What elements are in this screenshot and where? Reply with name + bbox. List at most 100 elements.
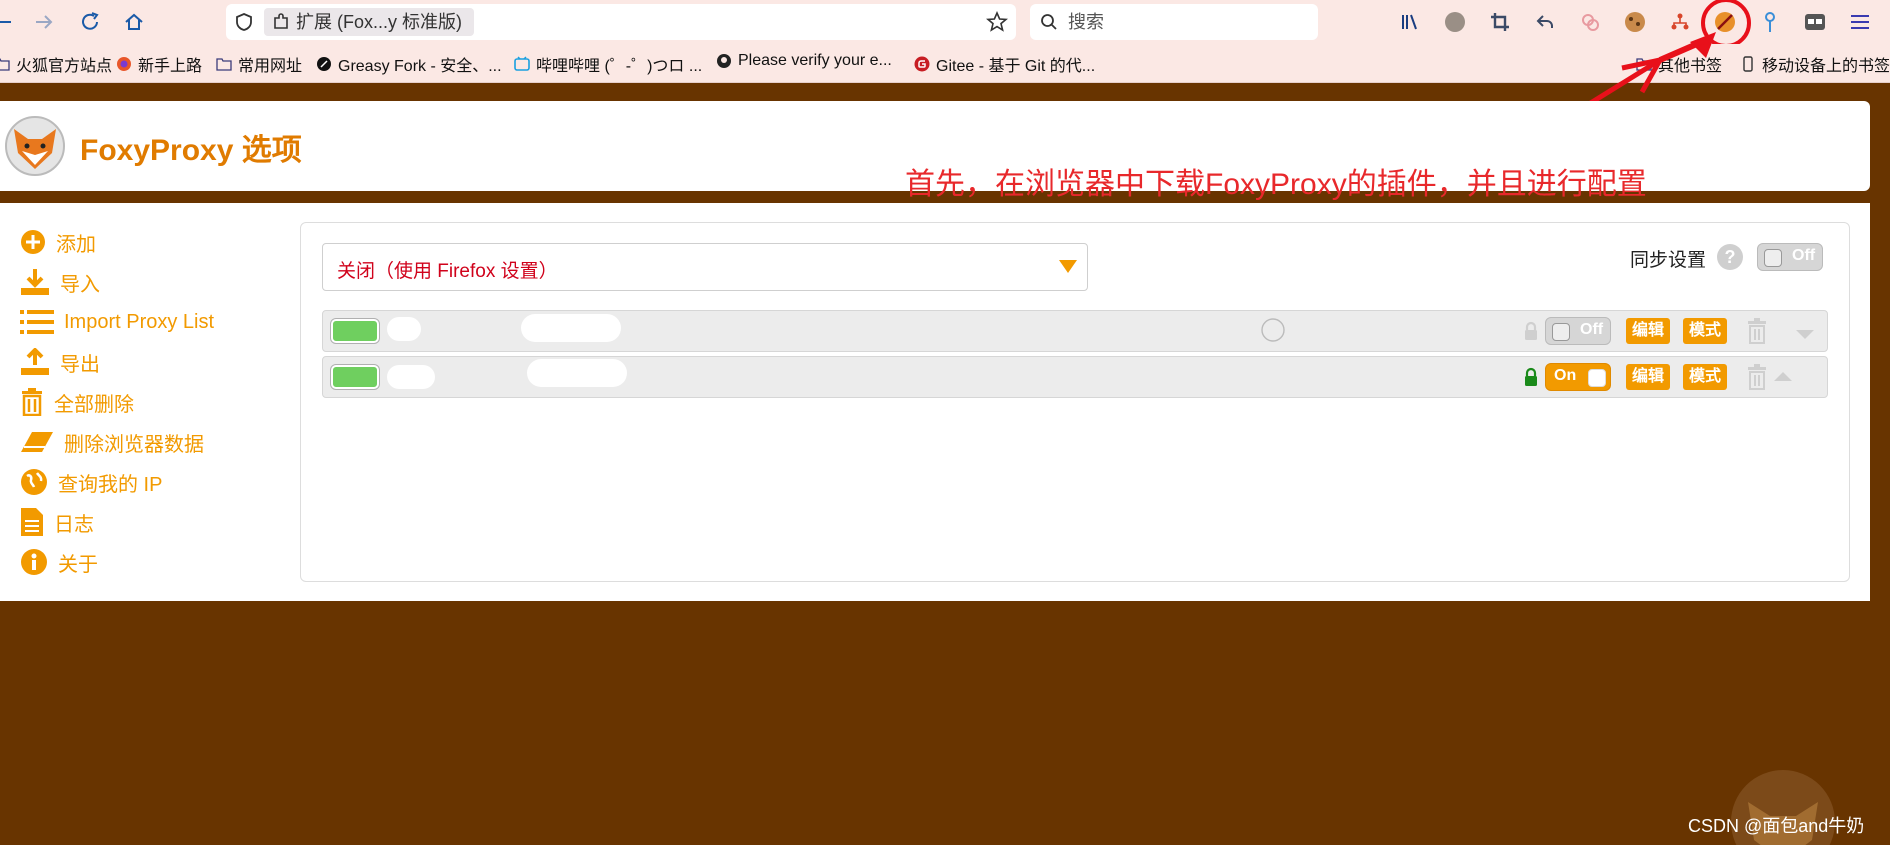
edit-button[interactable]: 编辑: [1626, 364, 1671, 390]
sidebar-item-label: 日志: [54, 513, 94, 536]
sidebar-item-label: 导出: [60, 353, 100, 376]
document-icon: [21, 508, 43, 536]
sidebar-item-log[interactable]: 日志: [20, 507, 94, 537]
bookmark-greasy-fork[interactable]: Greasy Fork - 安全、...: [316, 52, 502, 76]
mode-select[interactable]: 关闭（使用 Firefox 设置）: [322, 243, 1088, 291]
back-arrow-icon: [0, 21, 11, 23]
home-button[interactable]: [120, 8, 148, 36]
search-icon: [1041, 14, 1057, 30]
bookmark-common-sites[interactable]: 常用网址: [216, 52, 302, 76]
folder-icon: [0, 58, 10, 71]
search-bar[interactable]: 搜索: [1030, 4, 1318, 40]
delete-proxy-icon[interactable]: [1747, 318, 1767, 344]
bookmark-label: Please verify your e...: [738, 52, 892, 69]
firefox-icon: [117, 57, 131, 71]
sidebar-item-label: 添加: [56, 233, 96, 256]
sidebar-item-label: 关于: [58, 553, 98, 576]
crop-icon[interactable]: [1488, 10, 1512, 34]
fox-logo-icon: [5, 116, 65, 176]
sync-label: 同步设置: [1630, 250, 1707, 271]
sidebar-item-delete-all[interactable]: 全部删除: [20, 387, 134, 417]
move-down-icon[interactable]: [1795, 329, 1815, 341]
sidebar-item-export[interactable]: 导出: [20, 347, 100, 377]
bookmark-getting-started[interactable]: 新手上路: [116, 52, 202, 76]
bookmark-label: 常用网址: [238, 58, 303, 75]
bilibili-icon: [514, 56, 530, 71]
reload-button[interactable]: [76, 8, 104, 36]
avatar-icon[interactable]: [1443, 10, 1467, 34]
sidebar-item-about[interactable]: 关于: [20, 547, 98, 577]
sidebar-item-import-proxy-list[interactable]: Import Proxy List: [20, 307, 214, 337]
url-tab[interactable]: 扩展 (Fox...y 标准版): [264, 8, 474, 36]
move-up-icon[interactable]: [1773, 370, 1793, 382]
toggle-label: Off: [1580, 321, 1604, 338]
sidebar-item-import[interactable]: 导入: [20, 267, 100, 297]
search-placeholder: 搜索: [1068, 12, 1104, 32]
sidebar-item-check-ip[interactable]: 查询我的 IP: [20, 467, 162, 497]
forward-arrow-icon: [36, 15, 53, 29]
redacted-area: [387, 365, 435, 389]
back-button[interactable]: [0, 8, 20, 36]
forward-button[interactable]: [30, 8, 58, 36]
library-icon[interactable]: [1398, 10, 1422, 34]
bookmark-firefox[interactable]: 火狐官方站点: [0, 52, 112, 76]
gitee-icon: [914, 56, 930, 72]
edit-button[interactable]: 编辑: [1626, 318, 1671, 344]
help-icon[interactable]: ?: [1717, 244, 1743, 270]
pattern-button[interactable]: 模式: [1683, 318, 1728, 344]
plus-circle-icon: [21, 230, 45, 254]
bookmark-label: Greasy Fork - 安全、...: [338, 58, 502, 75]
sidebar-item-label: Import Proxy List: [64, 310, 215, 333]
download-icon: [21, 269, 49, 295]
reload-icon: [82, 12, 99, 30]
list-icon: [20, 310, 54, 334]
delete-proxy-icon[interactable]: [1747, 364, 1767, 390]
loading-circle-icon: [1261, 318, 1285, 342]
csdn-watermark: CSDN @面包and牛奶: [1688, 816, 1865, 836]
bookmark-github[interactable]: Please verify your e...: [716, 52, 892, 70]
toggle-knob: [1588, 369, 1606, 387]
greasy-fork-icon: [317, 57, 331, 71]
sidebar-item-label: 全部删除: [54, 393, 134, 416]
url-bar[interactable]: 扩展 (Fox...y 标准版): [226, 4, 1016, 40]
toggle-knob: [1764, 249, 1782, 267]
star-icon[interactable]: [986, 11, 1008, 33]
redacted-area: [387, 317, 421, 341]
bookmark-mobile[interactable]: 移动设备上的书签: [1740, 52, 1890, 76]
menu-icon[interactable]: [1848, 10, 1872, 34]
sync-toggle[interactable]: Off: [1757, 243, 1823, 271]
trash-icon: [22, 388, 42, 416]
eraser-icon: [21, 432, 53, 452]
bookmark-label: 移动设备上的书签: [1762, 58, 1890, 75]
proxy-content: 关闭（使用 Firefox 设置） 同步设置 ? Off Off 编辑 模式 O…: [300, 222, 1850, 582]
pin-icon[interactable]: [1758, 10, 1782, 34]
sidebar-item-clear-browser-data[interactable]: 删除浏览器数据: [20, 427, 204, 457]
toggle-label: On: [1554, 367, 1577, 384]
bookmark-label: Gitee - 基于 Git 的代...: [936, 58, 1096, 75]
url-tab-label: 扩展 (Fox...y 标准版): [296, 12, 462, 32]
proxy-color-chip[interactable]: [331, 319, 379, 343]
window-icon[interactable]: [1803, 10, 1827, 34]
bookmark-label: 新手上路: [138, 58, 203, 75]
pattern-button[interactable]: 模式: [1683, 364, 1728, 390]
chevron-down-icon: [1059, 260, 1077, 273]
proxy-toggle[interactable]: Off: [1545, 317, 1611, 345]
github-icon: [717, 54, 731, 68]
redacted-area: [527, 359, 627, 387]
proxy-toggle[interactable]: On: [1545, 363, 1611, 391]
sidebar-item-add[interactable]: 添加: [20, 227, 96, 257]
proxy-color-chip[interactable]: [331, 365, 379, 389]
bookmark-label: 哔哩哔哩 (゜-゜)つロ ...: [536, 58, 703, 75]
toggle-label: Off: [1792, 247, 1816, 264]
bookmark-label: 火狐官方站点: [16, 58, 113, 75]
info-icon: [21, 549, 47, 575]
bookmark-bilibili[interactable]: 哔哩哔哩 (゜-゜)つロ ...: [514, 52, 702, 76]
shield-icon: [236, 13, 252, 31]
upload-icon: [21, 348, 49, 375]
mobile-icon: [1743, 56, 1753, 72]
sidebar-item-label: 删除浏览器数据: [64, 433, 204, 456]
page-title: FoxyProxy 选项: [80, 134, 302, 167]
lock-icon: [1525, 367, 1537, 386]
bookmark-gitee[interactable]: Gitee - 基于 Git 的代...: [914, 52, 1095, 76]
redacted-area: [521, 314, 621, 342]
